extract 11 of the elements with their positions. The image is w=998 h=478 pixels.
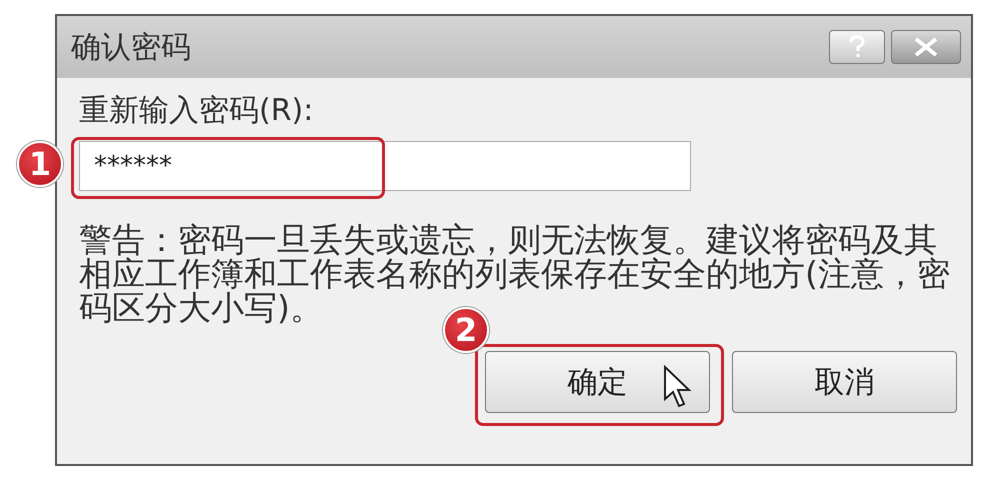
close-button[interactable] bbox=[891, 30, 961, 64]
password-field[interactable]: ****** bbox=[79, 141, 691, 191]
ok-button[interactable]: 确定 bbox=[485, 351, 710, 413]
close-icon bbox=[913, 37, 939, 57]
field-label: 重新输入密码(R): bbox=[79, 92, 314, 130]
cancel-button[interactable]: 取消 bbox=[732, 351, 957, 413]
cursor-icon bbox=[663, 365, 693, 409]
help-icon bbox=[848, 35, 866, 59]
window-title: 确认密码 bbox=[71, 28, 191, 66]
help-button[interactable] bbox=[829, 30, 885, 64]
step-badge: 1 bbox=[17, 141, 63, 187]
